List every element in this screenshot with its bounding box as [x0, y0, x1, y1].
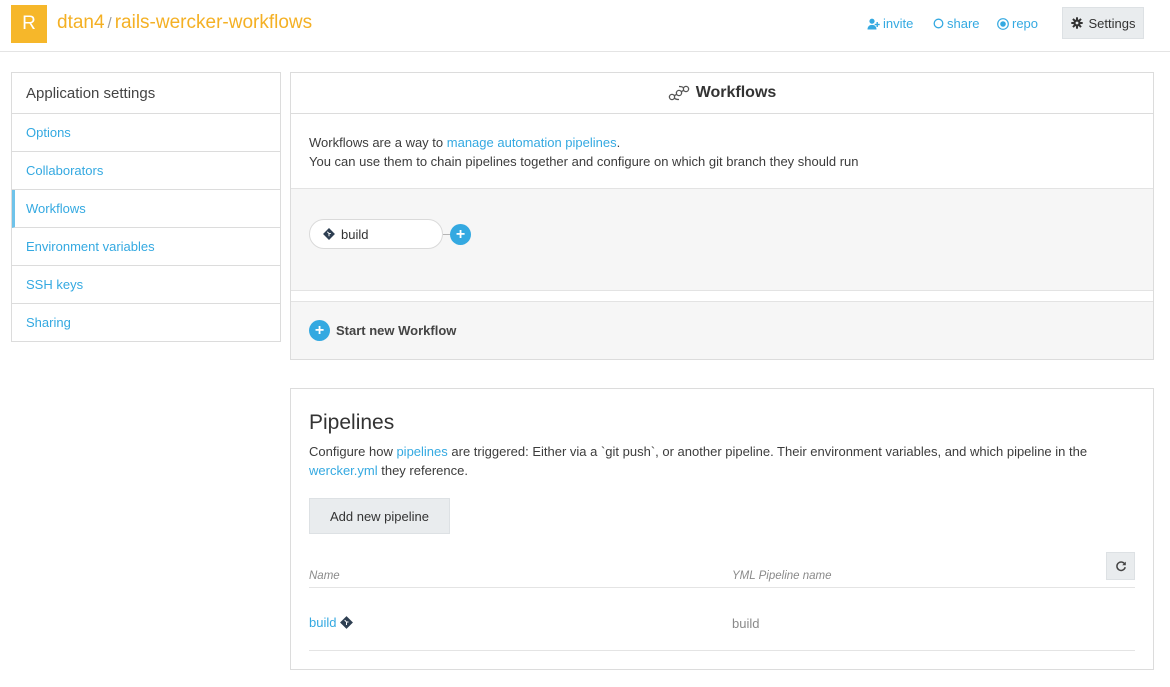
column-header-yml: YML Pipeline name — [732, 570, 832, 582]
workflow-canvas: build + — [291, 189, 1153, 291]
workflow-pipeline-node[interactable]: build — [309, 219, 443, 249]
pipelines-title: Pipelines — [309, 411, 395, 434]
pipelines-link[interactable]: pipelines — [396, 444, 447, 459]
share-label: share — [947, 16, 980, 31]
refresh-icon — [1115, 561, 1126, 572]
workflows-description: Workflows are a way to manage automation… — [291, 114, 1153, 189]
pipeline-yml-name: build — [732, 616, 760, 631]
app-avatar-letter: R — [22, 13, 36, 34]
breadcrumb-app[interactable]: rails-wercker-workflows — [115, 12, 312, 33]
workflows-desc-prefix: Workflows are a way to — [309, 135, 447, 150]
column-header-name: Name — [309, 570, 340, 582]
invite-link[interactable]: invite — [867, 16, 913, 31]
repo-link[interactable]: repo — [997, 16, 1038, 31]
add-new-pipeline-button[interactable]: Add new pipeline — [309, 498, 450, 534]
settings-sidebar: Application settings Options Collaborato… — [11, 72, 281, 342]
sidebar-item-workflows[interactable]: Workflows — [12, 190, 280, 228]
pipeline-name: build — [309, 615, 337, 630]
wercker-yml-link[interactable]: wercker.yml — [309, 463, 378, 478]
breadcrumb-separator: / — [107, 15, 112, 32]
share-link[interactable]: share — [933, 16, 980, 31]
sidebar-item-options[interactable]: Options — [12, 114, 280, 152]
git-icon — [323, 228, 335, 240]
invite-label: invite — [883, 16, 914, 31]
workflow-pipeline-label: build — [341, 226, 369, 242]
sidebar-item-collaborators[interactable]: Collaborators — [12, 152, 280, 190]
workflows-header: Workflows — [291, 73, 1153, 114]
sidebar-item-environment-variables[interactable]: Environment variables — [12, 228, 280, 266]
top-bar: R dtan4/rails-wercker-workflows invite s… — [0, 0, 1170, 52]
sidebar-item-ssh-keys[interactable]: SSH keys — [12, 266, 280, 304]
refresh-button[interactable] — [1106, 552, 1135, 580]
plus-icon: + — [309, 320, 330, 341]
start-new-workflow-button[interactable]: + Start new Workflow — [291, 301, 1153, 359]
app-avatar[interactable]: R — [11, 5, 47, 43]
settings-label: Settings — [1088, 15, 1136, 31]
sidebar-item-sharing[interactable]: Sharing — [12, 304, 280, 342]
add-user-icon — [867, 18, 880, 29]
repo-label: repo — [1012, 16, 1039, 31]
workflow-icon — [668, 85, 689, 101]
add-chained-pipeline-button[interactable]: + — [450, 224, 471, 245]
workflows-panel: Workflows Workflows are a way to manage … — [290, 72, 1154, 360]
gear-icon — [1070, 17, 1083, 29]
breadcrumb: dtan4/rails-wercker-workflows — [57, 11, 312, 36]
pipelines-desc-part3: they reference. — [377, 463, 468, 478]
share-icon — [933, 18, 944, 29]
settings-button[interactable]: Settings — [1062, 7, 1144, 39]
plus-icon: + — [455, 225, 466, 243]
table-row-divider — [309, 650, 1135, 651]
sidebar-title: Application settings — [12, 73, 280, 114]
github-icon — [997, 17, 1009, 30]
git-icon — [340, 616, 354, 629]
breadcrumb-owner[interactable]: dtan4 — [57, 12, 105, 33]
table-header-divider — [309, 587, 1135, 588]
manage-pipelines-link[interactable]: manage automation pipelines — [447, 135, 617, 150]
pipelines-desc-part2: are triggered: Either via a `git push`, … — [447, 444, 1088, 459]
workflows-desc-suffix: . — [616, 135, 621, 150]
pipelines-description: Configure how pipelines are triggered: E… — [309, 442, 1139, 480]
start-new-workflow-label: Start new Workflow — [336, 323, 457, 338]
workflows-desc-line2: You can use them to chain pipelines toge… — [309, 154, 859, 169]
workflows-title: Workflows — [695, 84, 777, 101]
pipelines-panel: Pipelines Configure how pipelines are tr… — [290, 388, 1154, 670]
pipelines-desc-part1: Configure how — [309, 444, 397, 459]
pipeline-name-link[interactable]: build — [309, 615, 354, 630]
